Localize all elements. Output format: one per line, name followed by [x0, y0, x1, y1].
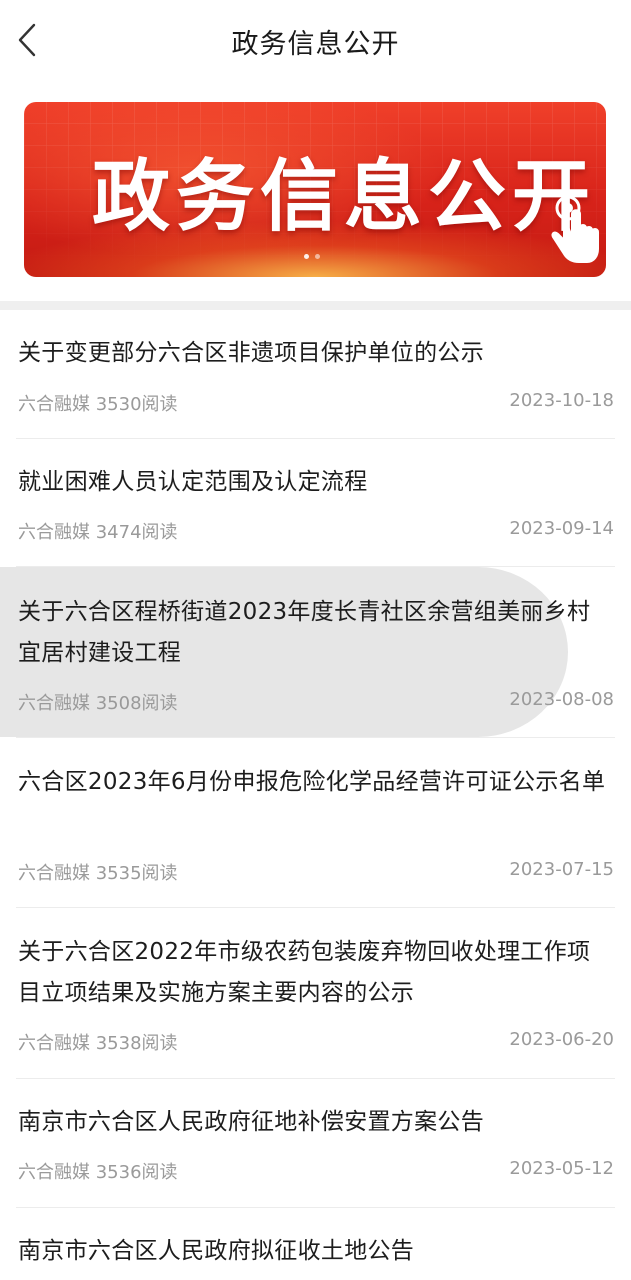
- article-title: 关于六合区程桥街道2023年度长青社区余营组美丽乡村宜居村建设工程: [18, 599, 591, 666]
- article-list: 关于变更部分六合区非遗项目保护单位的公示 六合融媒 3530阅读 2023-10…: [0, 310, 631, 1280]
- carousel-dot[interactable]: [304, 254, 309, 259]
- article-source: 六合融媒: [18, 693, 96, 714]
- article-reads: 3535阅读: [95, 863, 178, 884]
- article-date: 2023-06-20: [509, 1029, 614, 1050]
- article-title: 关于变更部分六合区非遗项目保护单位的公示: [18, 340, 484, 366]
- article-item[interactable]: 关于六合区程桥街道2023年度长青社区余营组美丽乡村宜居村建设工程 六合融媒 3…: [0, 567, 631, 738]
- article-item[interactable]: 关于六合区2022年市级农药包装废弃物回收处理工作项目立项结果及实施方案主要内容…: [0, 908, 631, 1079]
- article-item[interactable]: 就业困难人员认定范围及认定流程 六合融媒 3474阅读 2023-09-14: [0, 439, 631, 567]
- hand-pointer-icon: [551, 195, 599, 263]
- page-title: 政务信息公开: [231, 29, 400, 60]
- article-item[interactable]: 关于变更部分六合区非遗项目保护单位的公示 六合融媒 3530阅读 2023-10…: [0, 310, 631, 439]
- article-reads: 3474阅读: [95, 522, 178, 543]
- article-title: 就业困难人员认定范围及认定流程: [18, 469, 368, 495]
- article-meta: 六合融媒 3535阅读: [18, 859, 178, 885]
- article-reads: 3530阅读: [95, 394, 178, 415]
- article-meta: 六合融媒 3530阅读: [18, 390, 178, 416]
- article-source: 六合融媒: [18, 1162, 96, 1183]
- article-date: 2023-08-08: [509, 689, 614, 710]
- article-item[interactable]: 南京市六合区人民政府拟征收土地公告: [0, 1208, 631, 1280]
- article-title: 南京市六合区人民政府征地补偿安置方案公告: [18, 1109, 484, 1135]
- article-source: 六合融媒: [18, 394, 96, 415]
- section-divider: [0, 301, 631, 310]
- article-date: 2023-09-14: [509, 518, 614, 539]
- article-item[interactable]: 南京市六合区人民政府征地补偿安置方案公告 六合融媒 3536阅读 2023-05…: [0, 1079, 631, 1208]
- article-title: 六合区2023年6月份申报危险化学品经营许可证公示名单: [18, 769, 606, 795]
- article-item[interactable]: 六合区2023年6月份申报危险化学品经营许可证公示名单 六合融媒 3535阅读 …: [0, 738, 631, 908]
- banner-title: 政务信息公开: [92, 152, 597, 242]
- carousel-indicator: [304, 254, 320, 259]
- article-meta: 六合融媒 3508阅读: [18, 689, 178, 715]
- article-meta: 六合融媒 3474阅读: [18, 518, 178, 544]
- article-source: 六合融媒: [18, 522, 96, 543]
- carousel-dot[interactable]: [315, 254, 320, 259]
- article-source: 六合融媒: [18, 863, 96, 884]
- banner-carousel[interactable]: 政务信息公开: [24, 102, 606, 277]
- article-date: 2023-05-12: [509, 1158, 614, 1179]
- article-reads: 3508阅读: [95, 693, 178, 714]
- article-reads: 3538阅读: [95, 1033, 178, 1054]
- article-reads: 3536阅读: [95, 1162, 178, 1183]
- article-date: 2023-07-15: [509, 859, 614, 880]
- article-meta: 六合融媒 3538阅读: [18, 1029, 178, 1055]
- article-source: 六合融媒: [18, 1033, 96, 1054]
- article-date: 2023-10-18: [509, 390, 614, 411]
- article-meta: 六合融媒 3536阅读: [18, 1158, 178, 1184]
- app-header: 政务信息公开: [0, 0, 631, 84]
- article-title: 关于六合区2022年市级农药包装废弃物回收处理工作项目立项结果及实施方案主要内容…: [18, 939, 591, 1006]
- article-title: 南京市六合区人民政府拟征收土地公告: [18, 1238, 415, 1264]
